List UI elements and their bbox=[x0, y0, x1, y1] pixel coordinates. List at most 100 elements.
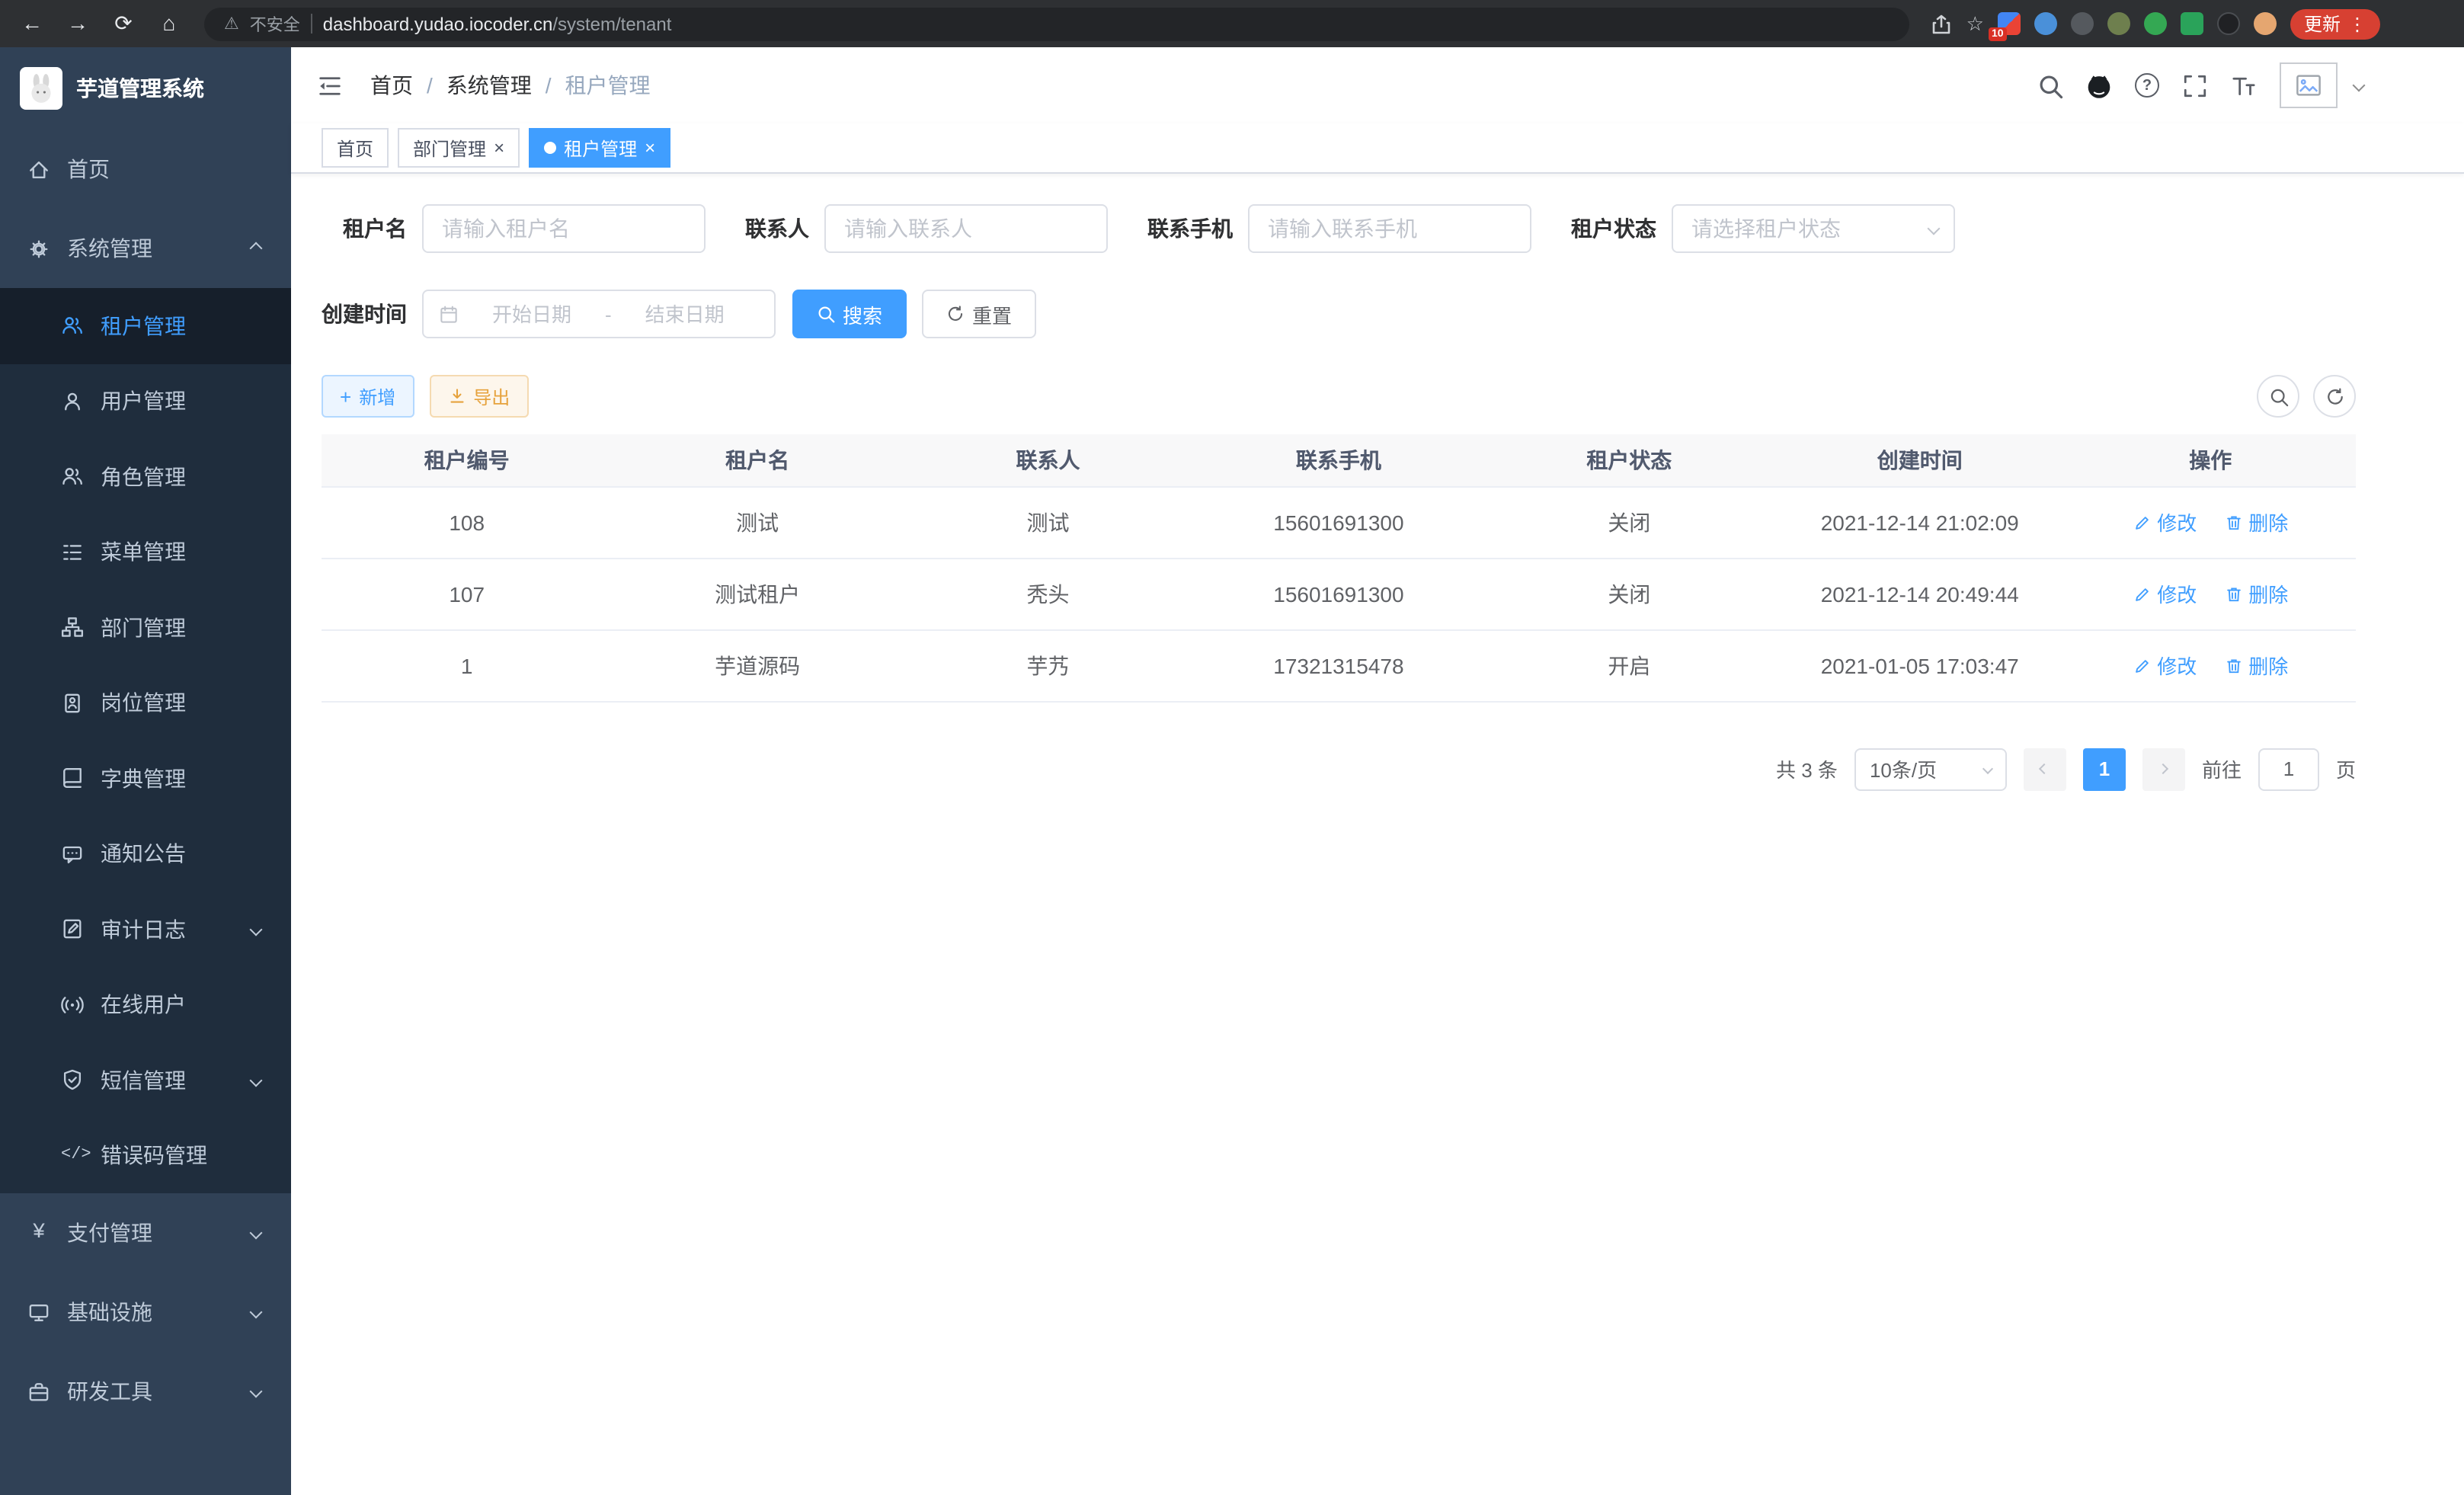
extension-icon-green-circle[interactable] bbox=[2144, 12, 2167, 35]
sidebar-item-system[interactable]: 系统管理 bbox=[0, 209, 291, 288]
tenant-name-label: 租户名 bbox=[322, 213, 407, 244]
sidebar-item-sms[interactable]: 短信管理 bbox=[0, 1042, 291, 1118]
tenant-name-input[interactable] bbox=[422, 204, 706, 253]
delete-link[interactable]: 删除 bbox=[2224, 651, 2288, 680]
browser-forward-icon[interactable]: → bbox=[58, 0, 98, 47]
edit-link[interactable]: 修改 bbox=[2133, 579, 2197, 608]
extension-icon-blue[interactable] bbox=[2034, 12, 2057, 35]
extension-icon-badged[interactable]: 10 bbox=[1998, 12, 2021, 35]
sidebar-item-label: 字典管理 bbox=[101, 764, 186, 794]
extension-icon-green-square[interactable] bbox=[2181, 12, 2203, 35]
avatar-caret-icon[interactable] bbox=[2353, 79, 2366, 92]
sidebar-item-audit-log[interactable]: 审计日志 bbox=[0, 892, 291, 967]
bookmark-star-icon[interactable]: ☆ bbox=[1966, 11, 1984, 36]
delete-link[interactable]: 删除 bbox=[2224, 579, 2288, 608]
sidebar-item-tenant[interactable]: 租户管理 bbox=[0, 288, 291, 363]
sidebar-item-infra[interactable]: 基础设施 bbox=[0, 1273, 291, 1352]
search-icon bbox=[2268, 386, 2288, 406]
breadcrumb-home[interactable]: 首页 bbox=[370, 70, 413, 101]
search-icon bbox=[817, 305, 835, 323]
sidebar-item-role[interactable]: 角色管理 bbox=[0, 439, 291, 514]
not-secure-label[interactable]: 不安全 bbox=[250, 11, 300, 36]
filter-create-time: 创建时间 - bbox=[322, 290, 776, 338]
github-icon[interactable] bbox=[2086, 72, 2112, 98]
app-window: 芋道管理系统 首页 系统管理 租户管理 用户管理 bbox=[0, 47, 2464, 1495]
tab-dept[interactable]: 部门管理 × bbox=[398, 128, 520, 168]
sidebar-item-dept[interactable]: 部门管理 bbox=[0, 590, 291, 665]
browser-update-button[interactable]: 更新 ⋮ bbox=[2290, 8, 2380, 39]
address-bar[interactable]: ⚠ 不安全 dashboard.yudao.iocoder.cn/system/… bbox=[204, 7, 1910, 40]
search-icon[interactable] bbox=[2037, 72, 2063, 98]
add-button[interactable]: + 新增 bbox=[322, 375, 414, 418]
status-select-input[interactable] bbox=[1672, 204, 1955, 253]
refresh-table-button[interactable] bbox=[2313, 375, 2356, 418]
extension-icon-gray[interactable] bbox=[2071, 12, 2094, 35]
phone-input[interactable] bbox=[1248, 204, 1531, 253]
browser-profile-avatar[interactable] bbox=[2254, 12, 2277, 35]
code-icon: </> bbox=[61, 1147, 84, 1165]
browser-reload-icon[interactable]: ⟳ bbox=[104, 0, 143, 47]
start-date-input[interactable] bbox=[465, 303, 599, 325]
cell-phone: 17321315478 bbox=[1193, 629, 1483, 701]
extension-icon-olive[interactable] bbox=[2107, 12, 2130, 35]
edit-link[interactable]: 修改 bbox=[2133, 507, 2197, 536]
help-icon[interactable]: ? bbox=[2135, 73, 2159, 98]
sidebar-item-menu[interactable]: 菜单管理 bbox=[0, 514, 291, 590]
font-size-icon[interactable] bbox=[2231, 72, 2257, 98]
edit-link[interactable]: 修改 bbox=[2133, 651, 2197, 680]
avatar[interactable] bbox=[2280, 62, 2338, 108]
prev-page-button[interactable] bbox=[2024, 748, 2066, 790]
sidebar-item-dev-tools[interactable]: 研发工具 bbox=[0, 1352, 291, 1431]
export-button[interactable]: 导出 bbox=[429, 375, 528, 418]
breadcrumb-system[interactable]: 系统管理 bbox=[446, 70, 532, 101]
col-status: 租户状态 bbox=[1484, 434, 1774, 486]
sidebar-item-home[interactable]: 首页 bbox=[0, 130, 291, 209]
url-text[interactable]: dashboard.yudao.iocoder.cn/system/tenant bbox=[323, 13, 672, 34]
toggle-search-button[interactable] bbox=[2257, 375, 2299, 418]
search-button[interactable]: 搜索 bbox=[792, 290, 907, 338]
tab-close-icon[interactable]: × bbox=[645, 139, 655, 157]
pagination: 共 3 条 10条/页 1 前往 页 bbox=[322, 748, 2356, 790]
page-number-button[interactable]: 1 bbox=[2083, 748, 2126, 790]
sidebar-item-label: 角色管理 bbox=[101, 462, 186, 492]
sidebar-toggle-icon[interactable] bbox=[317, 72, 343, 98]
tags-view-bar: 首页 部门管理 × 租户管理 × bbox=[291, 123, 2464, 174]
page-size-select[interactable]: 10条/页 bbox=[1854, 748, 2007, 790]
tab-close-icon[interactable]: × bbox=[494, 139, 504, 157]
chevron-down-icon bbox=[250, 1385, 263, 1398]
main-area: 首页 / 系统管理 / 租户管理 ? bbox=[291, 47, 2464, 1495]
screen: ← → ⟳ ⌂ ⚠ 不安全 dashboard.yudao.iocoder.cn… bbox=[0, 0, 2464, 1495]
tab-home[interactable]: 首页 bbox=[322, 128, 389, 168]
tab-tenant[interactable]: 租户管理 × bbox=[529, 128, 670, 168]
sidebar-item-dict[interactable]: 字典管理 bbox=[0, 741, 291, 816]
sidebar-item-error-code[interactable]: </> 错误码管理 bbox=[0, 1118, 291, 1193]
browser-back-icon[interactable]: ← bbox=[12, 0, 52, 47]
browser-menu-icon[interactable]: ⋮ bbox=[2348, 13, 2366, 34]
sidebar-item-label: 租户管理 bbox=[101, 311, 186, 341]
app-logo[interactable]: 芋道管理系统 bbox=[0, 47, 291, 130]
status-select[interactable] bbox=[1672, 204, 1955, 253]
date-range-separator: - bbox=[605, 303, 612, 325]
end-date-input[interactable] bbox=[618, 303, 752, 325]
sidebar-item-label: 审计日志 bbox=[101, 914, 186, 945]
contact-input[interactable] bbox=[824, 204, 1108, 253]
sidebar-item-post[interactable]: 岗位管理 bbox=[0, 665, 291, 741]
goto-page-input[interactable] bbox=[2258, 748, 2319, 790]
fullscreen-icon[interactable] bbox=[2182, 72, 2208, 98]
reset-button[interactable]: 重置 bbox=[922, 290, 1036, 338]
sidebar-item-online-user[interactable]: 在线用户 bbox=[0, 967, 291, 1042]
extension-icon-dark[interactable] bbox=[2217, 12, 2240, 35]
next-page-button[interactable] bbox=[2142, 748, 2185, 790]
sidebar-item-label: 错误码管理 bbox=[101, 1141, 207, 1171]
sidebar-item-pay[interactable]: ¥ 支付管理 bbox=[0, 1193, 291, 1273]
edit-icon bbox=[2133, 584, 2151, 603]
sidebar-item-notice[interactable]: 通知公告 bbox=[0, 816, 291, 892]
share-icon[interactable] bbox=[1931, 13, 1953, 34]
not-secure-warning-icon[interactable]: ⚠ bbox=[224, 14, 239, 34]
browser-home-icon[interactable]: ⌂ bbox=[149, 0, 189, 47]
date-range-picker[interactable]: - bbox=[422, 290, 776, 338]
delete-link[interactable]: 删除 bbox=[2224, 507, 2288, 536]
sidebar-item-user[interactable]: 用户管理 bbox=[0, 363, 291, 439]
cell-contact: 测试 bbox=[903, 486, 1193, 558]
chevron-down-icon bbox=[250, 1074, 263, 1087]
